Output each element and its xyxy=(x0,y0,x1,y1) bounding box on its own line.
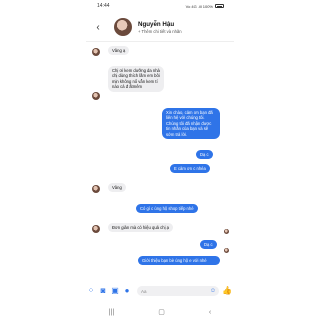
back-arrow-icon[interactable]: ‹ xyxy=(92,22,104,33)
contact-name: Nguyễn Hậu xyxy=(138,20,175,28)
message-outgoing[interactable]: Xin chào, cảm ơn bạn đã liên hệ với chún… xyxy=(162,108,220,140)
message-list: Vâng ạ Chị ơi kem dưỡng da nhà chị dùng … xyxy=(86,42,234,280)
microphone-icon[interactable]: ● xyxy=(122,286,132,296)
sender-avatar xyxy=(92,225,100,233)
composer-bar: ⁘ ◙ ▣ ● Aa ☺ 👍 xyxy=(86,284,234,298)
back-nav-icon[interactable]: ‹ xyxy=(209,309,211,316)
home-icon[interactable]: ▢ xyxy=(158,308,165,316)
message-input[interactable]: Aa ☺ xyxy=(137,286,219,296)
status-left: 14:44 xyxy=(97,3,110,9)
message-incoming[interactable]: Vâng xyxy=(108,183,126,193)
image-icon[interactable]: ▣ xyxy=(110,286,120,296)
status-bar: 14:44 Vo 4G .ill 100% xyxy=(0,0,320,12)
sender-avatar xyxy=(92,48,100,56)
camera-icon[interactable]: ◙ xyxy=(98,286,108,296)
message-incoming[interactable]: Chị ơi kem dưỡng da nhà chị dùng thích l… xyxy=(108,66,164,92)
sender-avatar xyxy=(92,185,100,193)
message-input-placeholder: Aa xyxy=(141,288,147,294)
message-outgoing[interactable]: E cảm ơn c nhéa xyxy=(170,164,210,174)
seen-avatar xyxy=(224,229,229,234)
recent-apps-icon[interactable]: ||| xyxy=(109,309,114,316)
message-outgoing[interactable]: Có gì c ủng hộ shop tiếp nhé xyxy=(136,204,198,214)
status-indicators: Vo 4G .ill 100% xyxy=(185,3,213,9)
sender-avatar xyxy=(92,92,100,100)
chat-header: ‹ Nguyễn Hậu + Thêm chi tiết và nhãn xyxy=(86,13,234,41)
battery-icon xyxy=(215,4,224,8)
like-icon[interactable]: 👍 xyxy=(222,286,232,296)
contact-avatar[interactable] xyxy=(114,18,132,36)
system-nav-bar: ||| ▢ ‹ xyxy=(0,304,320,320)
message-incoming[interactable]: Đơn giản mà có hiệu quả chị ạ xyxy=(108,223,173,233)
emoji-icon[interactable]: ☺ xyxy=(210,288,216,294)
message-outgoing[interactable]: Dạ c xyxy=(200,240,217,250)
contact-subtitle[interactable]: + Thêm chi tiết và nhãn xyxy=(138,29,182,34)
message-outgoing[interactable]: Dạ c xyxy=(196,150,213,160)
message-outgoing[interactable]: Giới thiệu bạn bè ủng hộ e với nhé xyxy=(138,256,220,266)
contact-info[interactable]: Nguyễn Hậu + Thêm chi tiết và nhãn xyxy=(138,21,182,34)
message-incoming[interactable]: Vâng ạ xyxy=(108,46,130,56)
seen-avatar xyxy=(224,248,229,253)
status-time: 14:44 xyxy=(97,3,110,9)
status-right: Vo 4G .ill 100% xyxy=(186,4,224,9)
menu-icon[interactable]: ⁘ xyxy=(86,286,96,296)
